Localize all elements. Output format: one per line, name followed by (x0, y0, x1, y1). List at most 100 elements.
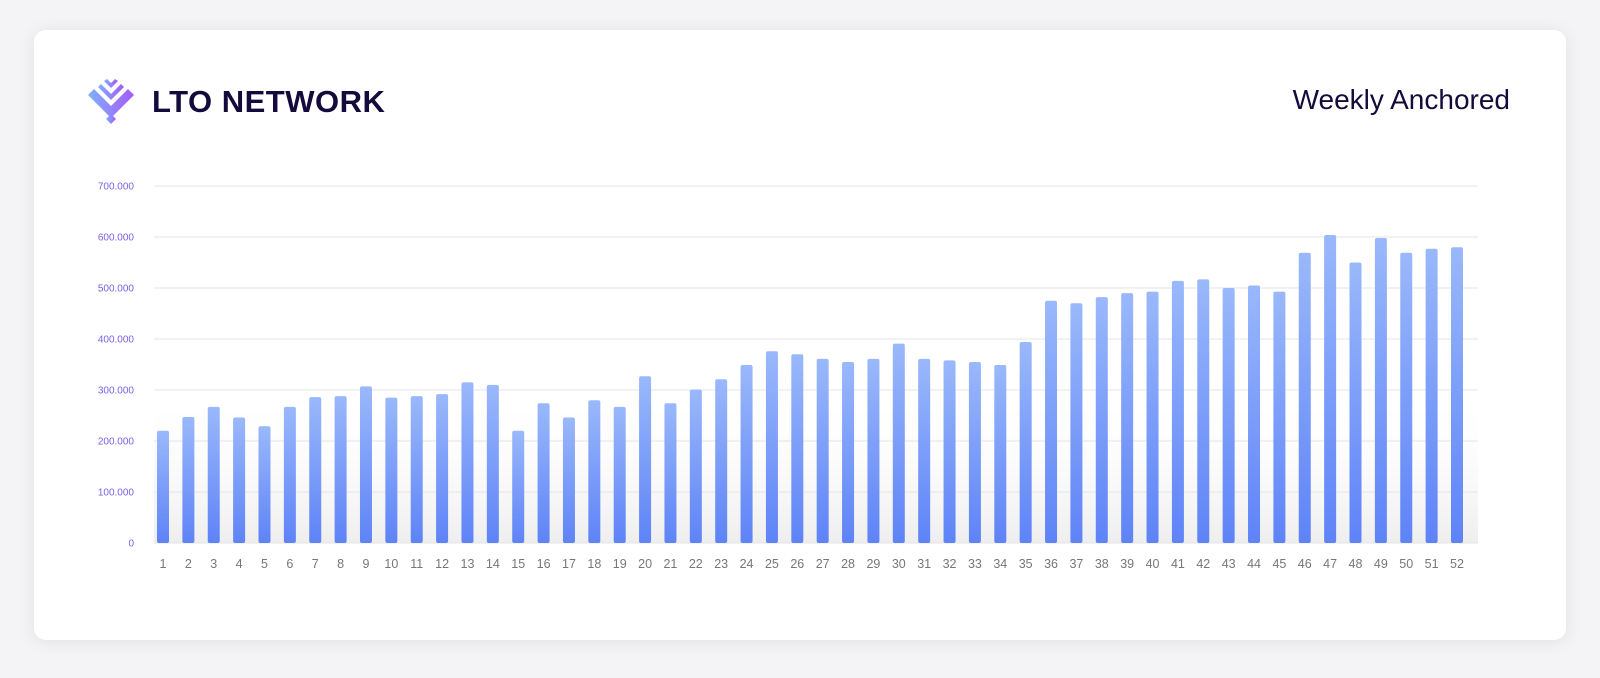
x-tick-label: 38 (1095, 557, 1109, 571)
bar-week-9 (359, 386, 372, 543)
x-tick-label: 39 (1120, 557, 1134, 571)
bar-week-11 (410, 396, 423, 543)
x-tick-label: 41 (1171, 557, 1185, 571)
x-tick-label: 18 (587, 557, 601, 571)
x-tick-label: 52 (1450, 557, 1464, 571)
x-axis-ticks: 1 2 3 4 5 6 7 8 9 10 11 12 13 14 15 16 17 18 19 20 21 22 23 24 2… (160, 557, 1464, 571)
bar-week-4 (233, 417, 246, 543)
y-tick-label: 0 (128, 539, 134, 550)
bar-week-6 (283, 406, 296, 543)
x-tick-label: 17 (562, 557, 576, 571)
x-tick-label: 5 (261, 557, 268, 571)
x-tick-label: 2 (185, 557, 192, 571)
bar-week-52 (1451, 247, 1463, 543)
bar-chart: 0 100.000 200.000 300.000 400.000 500.000 600.… (98, 182, 1478, 571)
x-tick-label: 35 (1019, 557, 1033, 571)
bar-week-26 (791, 354, 804, 543)
x-tick-label: 10 (384, 557, 398, 571)
bar-week-45 (1273, 291, 1286, 543)
x-tick-label: 16 (537, 557, 551, 571)
bar-week-16 (537, 403, 550, 543)
x-tick-label: 36 (1044, 557, 1058, 571)
x-tick-label: 19 (613, 557, 627, 571)
bar-week-37 (1070, 303, 1083, 543)
bar-week-1 (157, 430, 169, 543)
bar-week-17 (562, 417, 575, 543)
y-tick-label: 700.000 (98, 182, 135, 193)
bar-week-40 (1146, 291, 1159, 543)
x-tick-label: 51 (1425, 557, 1439, 571)
bar-week-51 (1425, 248, 1438, 544)
bar-week-21 (664, 403, 677, 543)
x-tick-label: 4 (236, 557, 243, 571)
x-tick-label: 12 (435, 557, 449, 571)
bar-week-13 (461, 382, 474, 543)
x-tick-label: 49 (1374, 557, 1388, 571)
x-tick-label: 26 (790, 557, 804, 571)
x-tick-label: 42 (1196, 557, 1210, 571)
bar-week-30 (892, 343, 905, 543)
x-tick-label: 32 (943, 557, 957, 571)
bar-week-43 (1222, 288, 1235, 543)
x-tick-label: 28 (841, 557, 855, 571)
bar-week-22 (689, 389, 702, 543)
bar-week-38 (1095, 297, 1108, 543)
bar-week-20 (639, 376, 652, 543)
bar-week-49 (1374, 238, 1387, 543)
x-tick-label: 14 (486, 557, 500, 571)
bar-week-31 (918, 358, 931, 543)
x-tick-label: 1 (160, 557, 167, 571)
x-tick-label: 43 (1222, 557, 1236, 571)
x-tick-label: 44 (1247, 557, 1261, 571)
x-tick-label: 48 (1349, 557, 1363, 571)
y-tick-label: 600.000 (98, 233, 135, 244)
x-tick-label: 7 (312, 557, 319, 571)
bar-week-12 (436, 394, 449, 543)
bar-week-47 (1324, 234, 1337, 543)
x-tick-label: 6 (286, 557, 293, 571)
x-tick-label: 24 (740, 557, 754, 571)
x-tick-label: 34 (993, 557, 1007, 571)
bar-week-41 (1171, 280, 1184, 543)
bar-week-32 (943, 360, 956, 543)
x-tick-label: 23 (714, 557, 728, 571)
x-tick-label: 8 (337, 557, 344, 571)
bar-week-10 (385, 397, 398, 543)
bar-week-14 (486, 384, 499, 543)
bar-week-5 (258, 426, 271, 543)
bar-week-8 (334, 396, 347, 543)
bar-week-36 (1045, 300, 1058, 543)
bar-week-34 (994, 365, 1007, 543)
bar-week-39 (1121, 293, 1134, 543)
bar-week-35 (1019, 342, 1032, 543)
x-tick-label: 9 (363, 557, 370, 571)
y-tick-label: 300.000 (98, 386, 135, 397)
x-tick-label: 31 (917, 557, 931, 571)
x-tick-label: 25 (765, 557, 779, 571)
x-tick-label: 40 (1146, 557, 1160, 571)
bar-week-29 (867, 358, 880, 543)
y-tick-label: 400.000 (98, 335, 135, 346)
bar-week-25 (765, 351, 778, 543)
x-tick-label: 46 (1298, 557, 1312, 571)
bar-week-42 (1197, 279, 1210, 543)
x-tick-label: 47 (1323, 557, 1337, 571)
bar-week-27 (816, 358, 829, 543)
bar-week-18 (588, 400, 601, 543)
x-tick-label: 45 (1272, 557, 1286, 571)
x-tick-label: 11 (410, 557, 423, 571)
bar-week-50 (1400, 252, 1413, 543)
x-tick-label: 15 (511, 557, 525, 571)
x-tick-label: 27 (816, 557, 830, 571)
x-tick-label: 30 (892, 557, 906, 571)
y-tick-label: 500.000 (98, 284, 135, 295)
bar-week-28 (842, 361, 855, 543)
x-tick-label: 33 (968, 557, 982, 571)
bar-week-23 (715, 379, 728, 543)
bar-week-48 (1349, 262, 1362, 543)
x-tick-label: 50 (1399, 557, 1413, 571)
bar-week-44 (1248, 285, 1261, 543)
x-tick-label: 3 (210, 557, 217, 571)
x-tick-label: 20 (638, 557, 652, 571)
y-tick-label: 200.000 (98, 437, 135, 448)
